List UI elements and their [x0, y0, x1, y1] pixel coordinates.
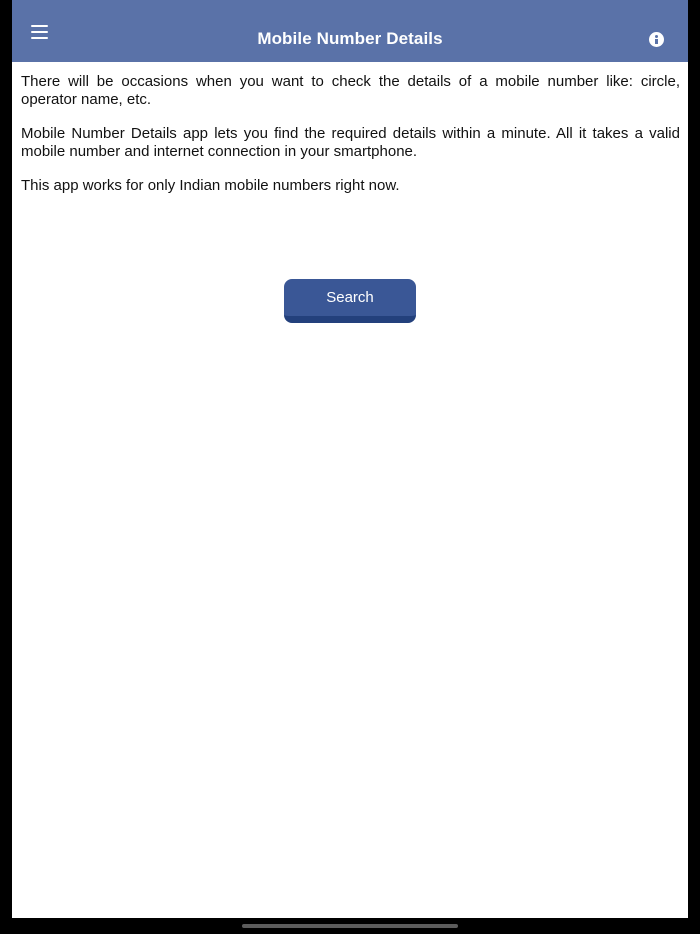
description-paragraph: There will be occasions when you want to…	[21, 73, 680, 108]
navigation-bar: Mobile Number Details	[12, 0, 688, 62]
description-paragraph: Mobile Number Details app lets you find …	[21, 125, 680, 160]
search-button[interactable]: Search	[284, 279, 416, 323]
page-title: Mobile Number Details	[257, 29, 443, 48]
home-indicator[interactable]	[242, 924, 458, 928]
description-paragraph: This app works for only Indian mobile nu…	[21, 177, 400, 194]
app-screen: Mobile Number Details There will be occa…	[12, 0, 688, 918]
description-content: There will be occasions when you want to…	[21, 73, 680, 212]
info-icon[interactable]	[649, 32, 664, 47]
